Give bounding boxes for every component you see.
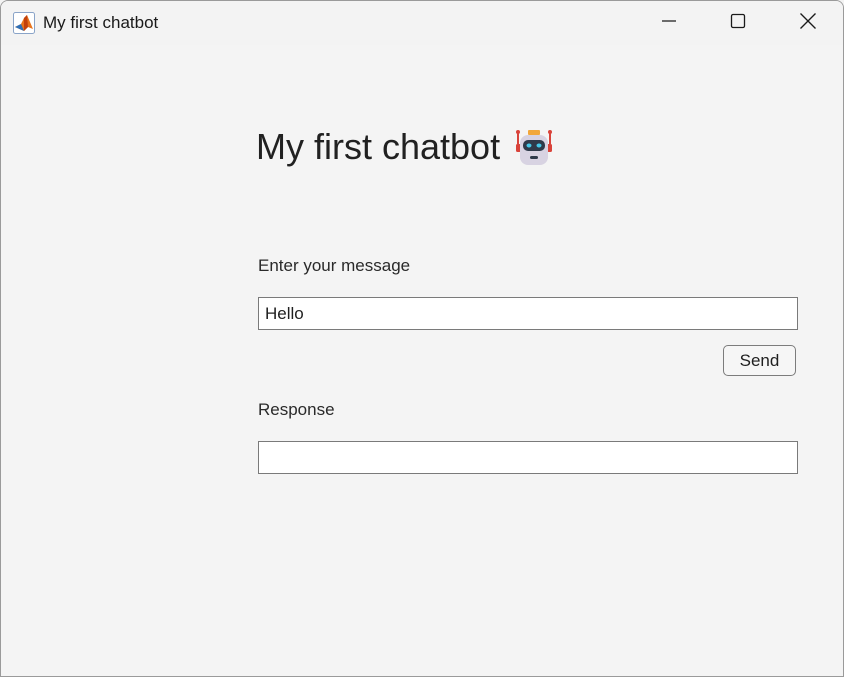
matlab-icon (13, 12, 35, 34)
send-button[interactable]: Send (723, 345, 796, 376)
response-label: Response (258, 400, 335, 419)
window-title: My first chatbot (43, 13, 159, 32)
maximize-icon (730, 13, 746, 34)
robot-icon (514, 127, 554, 167)
minimize-icon (661, 13, 677, 34)
message-label: Enter your message (258, 256, 411, 275)
close-button[interactable] (785, 1, 831, 45)
minimize-button[interactable] (646, 1, 692, 45)
maximize-button[interactable] (715, 1, 761, 45)
page-title: My first chatbot (256, 126, 501, 167)
page-heading: My first chatbot (256, 126, 554, 167)
message-input[interactable] (258, 297, 798, 330)
app-content: My first chatbot Enter your message Hell… (1, 45, 843, 676)
title-bar[interactable]: My first chatbot (1, 1, 843, 45)
response-field[interactable] (258, 441, 798, 474)
close-icon (799, 12, 817, 35)
app-window: My first chatbot My first chatbot Enter … (0, 0, 844, 677)
